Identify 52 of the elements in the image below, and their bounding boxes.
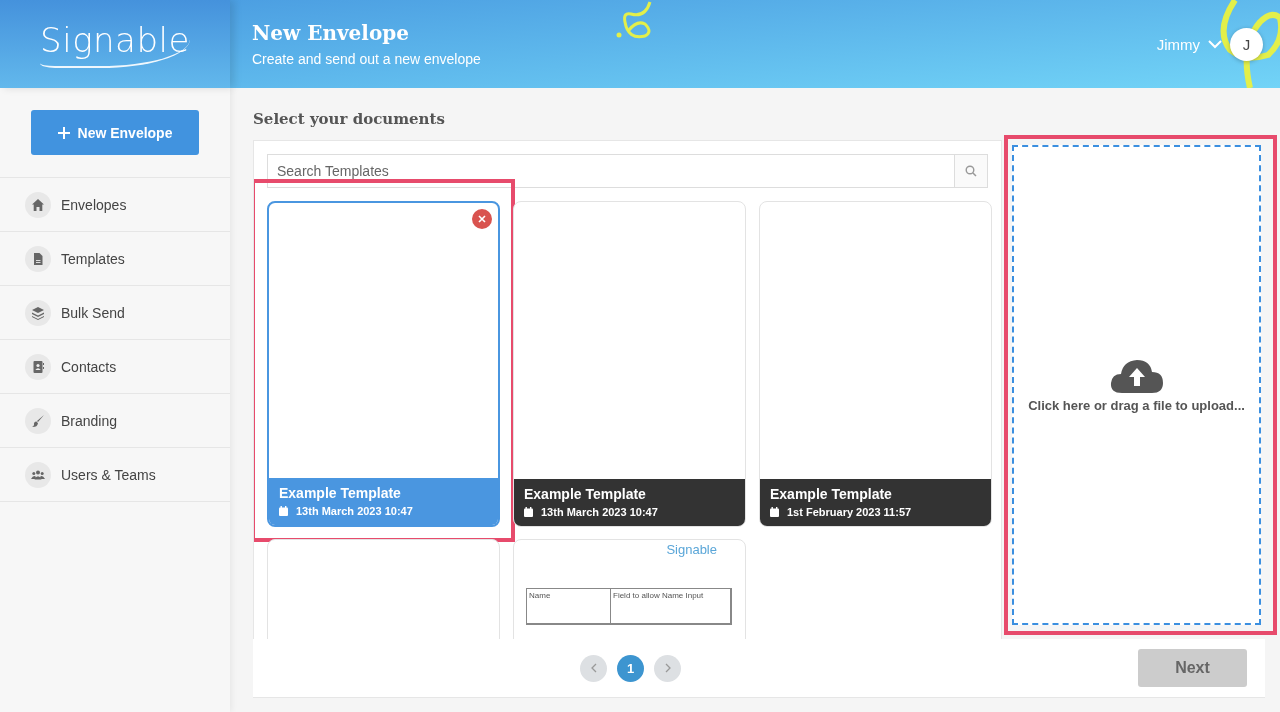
chevron-down-icon[interactable] [1208, 39, 1222, 49]
layers-icon [25, 299, 51, 326]
nav-item[interactable]: Branding [0, 394, 230, 448]
template-date: 1st February 2023 11:57 [787, 506, 912, 518]
preview-logo: Signable [666, 542, 717, 557]
cloud-upload-icon [1109, 357, 1164, 394]
users-icon [25, 461, 51, 488]
template-card[interactable]: Signable Name Field to allow Name Input [513, 539, 746, 640]
nav-label: Users & Teams [61, 466, 156, 483]
template-name: Example Template [770, 486, 893, 502]
search-button[interactable] [954, 154, 988, 188]
nav-item[interactable]: Envelopes [0, 178, 230, 232]
nav-item[interactable]: Users & Teams [0, 448, 230, 502]
template-date: 13th March 2023 10:47 [296, 505, 413, 517]
nav-label: Contacts [61, 358, 117, 375]
template-card[interactable]: Example Template 13th March 2023 10:47 [513, 201, 746, 527]
template-name: Example Template [524, 486, 647, 502]
nav-label: Bulk Send [61, 304, 125, 321]
preview-cell: Field to allow Name Input [611, 589, 731, 624]
nav-label: Branding [61, 412, 118, 429]
chevron-left-icon [589, 663, 598, 673]
upload-text: Click here or drag a file to upload... [1028, 397, 1245, 413]
plus-icon [57, 126, 70, 139]
page-title: New Envelope [252, 21, 410, 45]
calendar-icon [279, 506, 288, 516]
close-icon [478, 215, 486, 223]
page-subtitle: Create and send out a new envelope [252, 51, 481, 67]
next-page-button[interactable] [654, 654, 681, 682]
file-icon [25, 245, 51, 272]
nav-label: Envelopes [61, 196, 127, 213]
user-avatar[interactable]: J [1230, 27, 1263, 61]
nav-label: Templates [61, 250, 125, 267]
template-card[interactable]: Example Template 1st February 2023 11:57 [759, 201, 992, 527]
contacts-icon [25, 353, 51, 380]
home-icon [25, 191, 51, 218]
nav-item[interactable]: Contacts [0, 340, 230, 394]
preview-cell: Name [527, 589, 611, 624]
section-title: Select your documents [253, 110, 446, 128]
calendar-icon [524, 507, 533, 517]
remove-button[interactable] [472, 209, 492, 229]
calendar-icon [770, 507, 779, 517]
nav-item[interactable]: Templates [0, 232, 230, 286]
previous-page-button[interactable] [580, 654, 607, 682]
chevron-right-icon [663, 663, 672, 673]
nav-item[interactable]: Bulk Send [0, 286, 230, 340]
template-date: 13th March 2023 10:47 [541, 506, 658, 518]
search-field[interactable]: Search Templates [267, 154, 954, 188]
brush-icon [25, 407, 51, 434]
upload-dropzone[interactable]: Click here or drag a file to upload... [1012, 145, 1261, 625]
search-icon [965, 165, 977, 177]
template-name: Example Template [279, 485, 402, 501]
logo: Signable [40, 20, 190, 68]
